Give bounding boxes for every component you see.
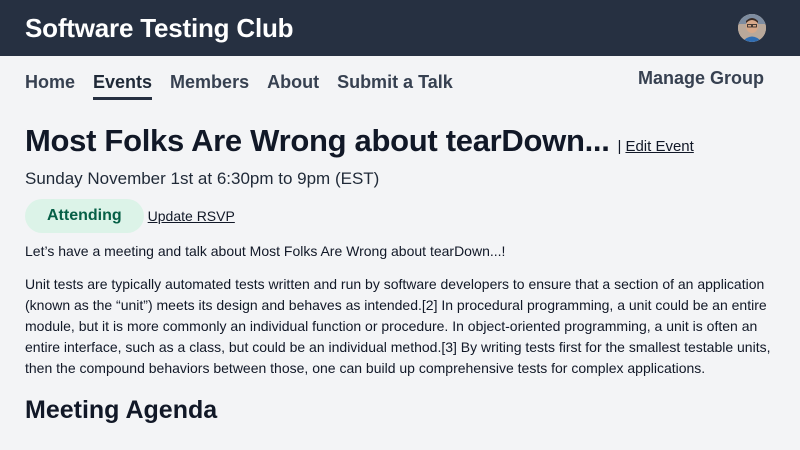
event-title: Most Folks Are Wrong about tearDown... (25, 123, 610, 158)
site-title[interactable]: Software Testing Club (25, 13, 294, 44)
rsvp-row: Attending Update RSVP (25, 199, 775, 233)
nav-item-events[interactable]: Events (93, 72, 153, 100)
user-avatar[interactable] (738, 14, 766, 42)
event-content: Most Folks Are Wrong about tearDown... |… (0, 123, 800, 425)
nav-item-home[interactable]: Home (25, 72, 75, 100)
title-row: Most Folks Are Wrong about tearDown... |… (25, 123, 775, 159)
event-intro: Let’s have a meeting and talk about Most… (25, 243, 506, 259)
title-separator: | (617, 138, 622, 155)
agenda-heading: Meeting Agenda (25, 396, 218, 424)
update-rsvp-link[interactable]: Update RSVP (148, 208, 235, 224)
main-nav: Home Events Members About Submit a Talk … (0, 56, 800, 108)
top-bar: Software Testing Club (0, 0, 800, 56)
nav-links: Home Events Members About Submit a Talk (25, 72, 471, 100)
event-description: Unit tests are typically automated tests… (25, 276, 771, 376)
event-datetime: Sunday November 1st at 6:30pm to 9pm (ES… (25, 169, 380, 188)
nav-item-submit-talk[interactable]: Submit a Talk (337, 72, 453, 100)
manage-group-link[interactable]: Manage Group (638, 68, 764, 89)
nav-item-members[interactable]: Members (170, 72, 249, 100)
nav-item-about[interactable]: About (267, 72, 319, 100)
edit-event-link[interactable]: Edit Event (625, 138, 693, 155)
rsvp-status-badge: Attending (25, 199, 144, 233)
user-avatar-icon (738, 14, 766, 42)
